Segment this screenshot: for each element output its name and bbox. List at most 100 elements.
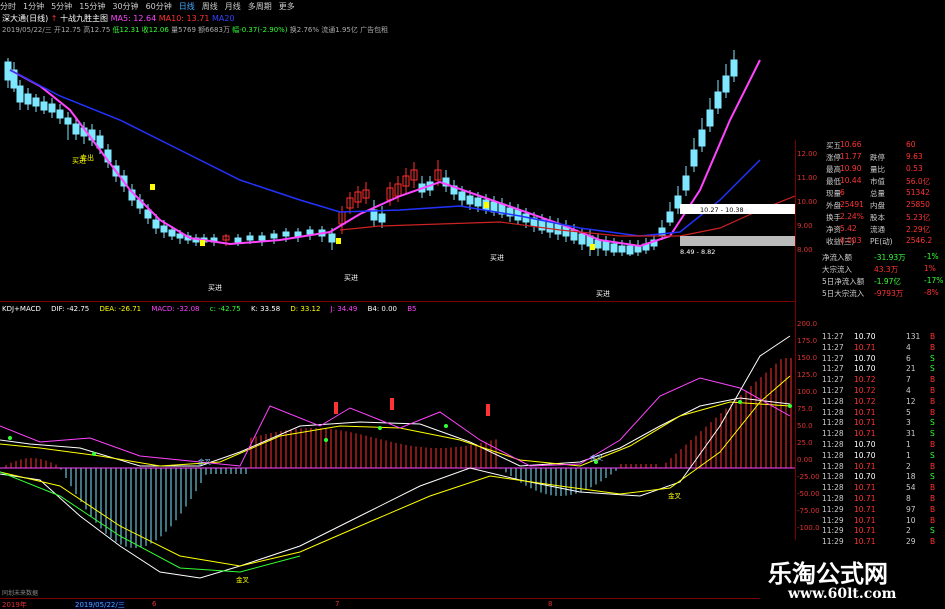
tick-t: 11:28 [822,461,844,471]
quote-l1: 现量 [826,189,841,198]
info-vol: 量5769 [171,26,196,34]
period-tab-5[interactable]: 60分钟 [146,0,172,14]
c-line [0,471,301,573]
tick-v: 4 [906,386,911,395]
info-float: 流通1.95亿 [321,26,358,34]
tick-p: 10.72 [854,396,876,406]
tick-t: 11:29 [822,537,844,547]
period-tab-4[interactable]: 30分钟 [112,0,138,14]
candle-body [730,59,738,77]
candle-body [258,235,266,241]
tick-row[interactable]: 11:27 10.70 131 B [822,332,945,343]
tick-v: 54 [906,483,916,493]
candle-body [56,109,64,119]
tick-p: 10.70 [854,440,876,449]
period-tab-10[interactable]: 更多 [279,0,295,14]
ind-b4: B4: 0.00 [367,305,398,313]
tick-row[interactable]: 11:27 10.70 21 S [822,364,945,375]
tick-row[interactable]: 11:28 10.70 1 S [822,451,945,462]
quote-l1: 外盘 [826,201,841,210]
tick-row[interactable]: 11:28 10.71 3 S [822,418,945,429]
tick-row[interactable]: 11:27 10.70 6 S [822,354,945,365]
period-tab-2[interactable]: 5分钟 [51,0,72,14]
period-tab-0[interactable]: 分时 [0,0,16,14]
tick-s: B [930,504,936,514]
period-tab-1[interactable]: 1分钟 [23,0,44,14]
quote-row: 现量 6 总量 51342 [796,188,945,199]
quote-row: 外盘 25491 内盘 25850 [796,200,945,211]
quote-l1: 最高 [826,165,841,174]
quote-l2: 股本 [870,213,885,222]
marker-2 [336,238,341,244]
candle-body [168,229,176,237]
tick-p: 10.71 [854,504,876,514]
candle-body [618,245,626,253]
candle-body [698,129,706,147]
tick-row[interactable]: 11:28 10.70 1 B [822,440,945,451]
tick-row[interactable]: 11:28 10.72 12 B [822,397,945,408]
period-tab-6[interactable]: 日线 [179,0,195,14]
tick-row[interactable]: 11:29 10.71 2 S [822,526,945,537]
tick-p: 10.71 [854,461,876,471]
tick-row[interactable]: 11:27 10.71 4 B [822,343,945,354]
golden-cross-1: 金叉 [198,457,212,466]
quote-row: 最低 10.44 市值 56.0亿 [796,176,945,187]
watermark-url: www.60lt.com [788,586,897,602]
quote-v1: 6 [840,188,845,197]
indicator-name[interactable]: 十战九胜主图 [60,14,108,23]
tick-row[interactable]: 11:28 10.71 2 B [822,462,945,473]
site-watermark: 乐淘公式网 www.60lt.com [760,552,945,608]
tick-v: 8 [906,494,911,503]
tick-p: 10.71 [854,483,876,493]
tick-row[interactable]: 11:29 10.71 29 B [822,537,945,548]
quote-v2: 25850 [906,200,930,209]
tick-t: 11:28 [822,418,844,428]
tick-row[interactable]: 11:28 10.71 5 B [822,408,945,419]
price-chart[interactable]: 买进买进买进买进买进卖出10.27 - 10.388.49 - 8.82 [0,40,795,300]
ma20-line [9,69,761,237]
tick-row[interactable]: 11:27 10.72 7 B [822,375,945,386]
quote-v2: 51342 [906,188,930,197]
candle-body [378,213,386,223]
flow-v1: 43.3万 [874,265,899,274]
candle-body [594,239,602,249]
tick-row[interactable]: 11:28 10.71 8 B [822,494,945,505]
info-close: 收12.06 [141,26,169,34]
tick-row[interactable]: 11:27 10.72 4 B [822,386,945,397]
quote-v1: 25491 [840,200,864,209]
tick-row[interactable]: 11:28 10.70 18 S [822,472,945,483]
tick-row[interactable]: 11:29 10.71 97 B [822,505,945,516]
quote-row: 涨停 11.77 跌停 9.63 [796,152,945,163]
period-tab-9[interactable]: 多周期 [248,0,272,14]
tick-v: 2 [906,461,911,471]
tick-v: 97 [906,504,916,514]
tick-p: 10.71 [854,537,876,547]
marker-4 [590,244,595,250]
period-tab-8[interactable]: 月线 [225,0,241,14]
ind-dif: DIF: -42.75 [51,305,90,313]
ind-j: J: 34.49 [330,305,358,313]
support-zone [680,236,795,246]
tick-list[interactable]: 11:27 10.70 131 B 11:27 10.71 4 B 11:27 10.70 6 S 11… [822,332,945,547]
tick-t: 11:28 [822,429,844,439]
tick-s: S [930,418,935,428]
info-ad: 广告包租 [360,26,389,34]
ind-name[interactable]: KDJ+MACD [2,305,41,313]
tick-row[interactable]: 11:29 10.71 10 B [822,516,945,527]
quote-v2: 60 [906,140,916,149]
tick-row[interactable]: 11:28 10.71 31 S [822,429,945,440]
quote-row: 最高 10.90 量比 0.53 [796,164,945,175]
buy-signal-5: 买进 [596,290,610,298]
period-tab-7[interactable]: 周线 [202,0,218,14]
dea-line [0,375,791,567]
tick-p: 10.71 [854,526,876,536]
tick-p: 10.72 [854,386,876,395]
indicator-chart[interactable]: 金叉 金叉金叉金叉 [0,316,795,598]
info-change: 幅-0.37(-2.90%) [232,26,288,34]
tick-s: B [930,537,936,547]
period-tab-3[interactable]: 15分钟 [79,0,105,14]
candle-body [152,219,160,229]
tick-p: 10.71 [854,407,876,417]
tick-row[interactable]: 11:28 10.71 54 B [822,483,945,494]
axis-month-8: 8 [548,600,553,608]
